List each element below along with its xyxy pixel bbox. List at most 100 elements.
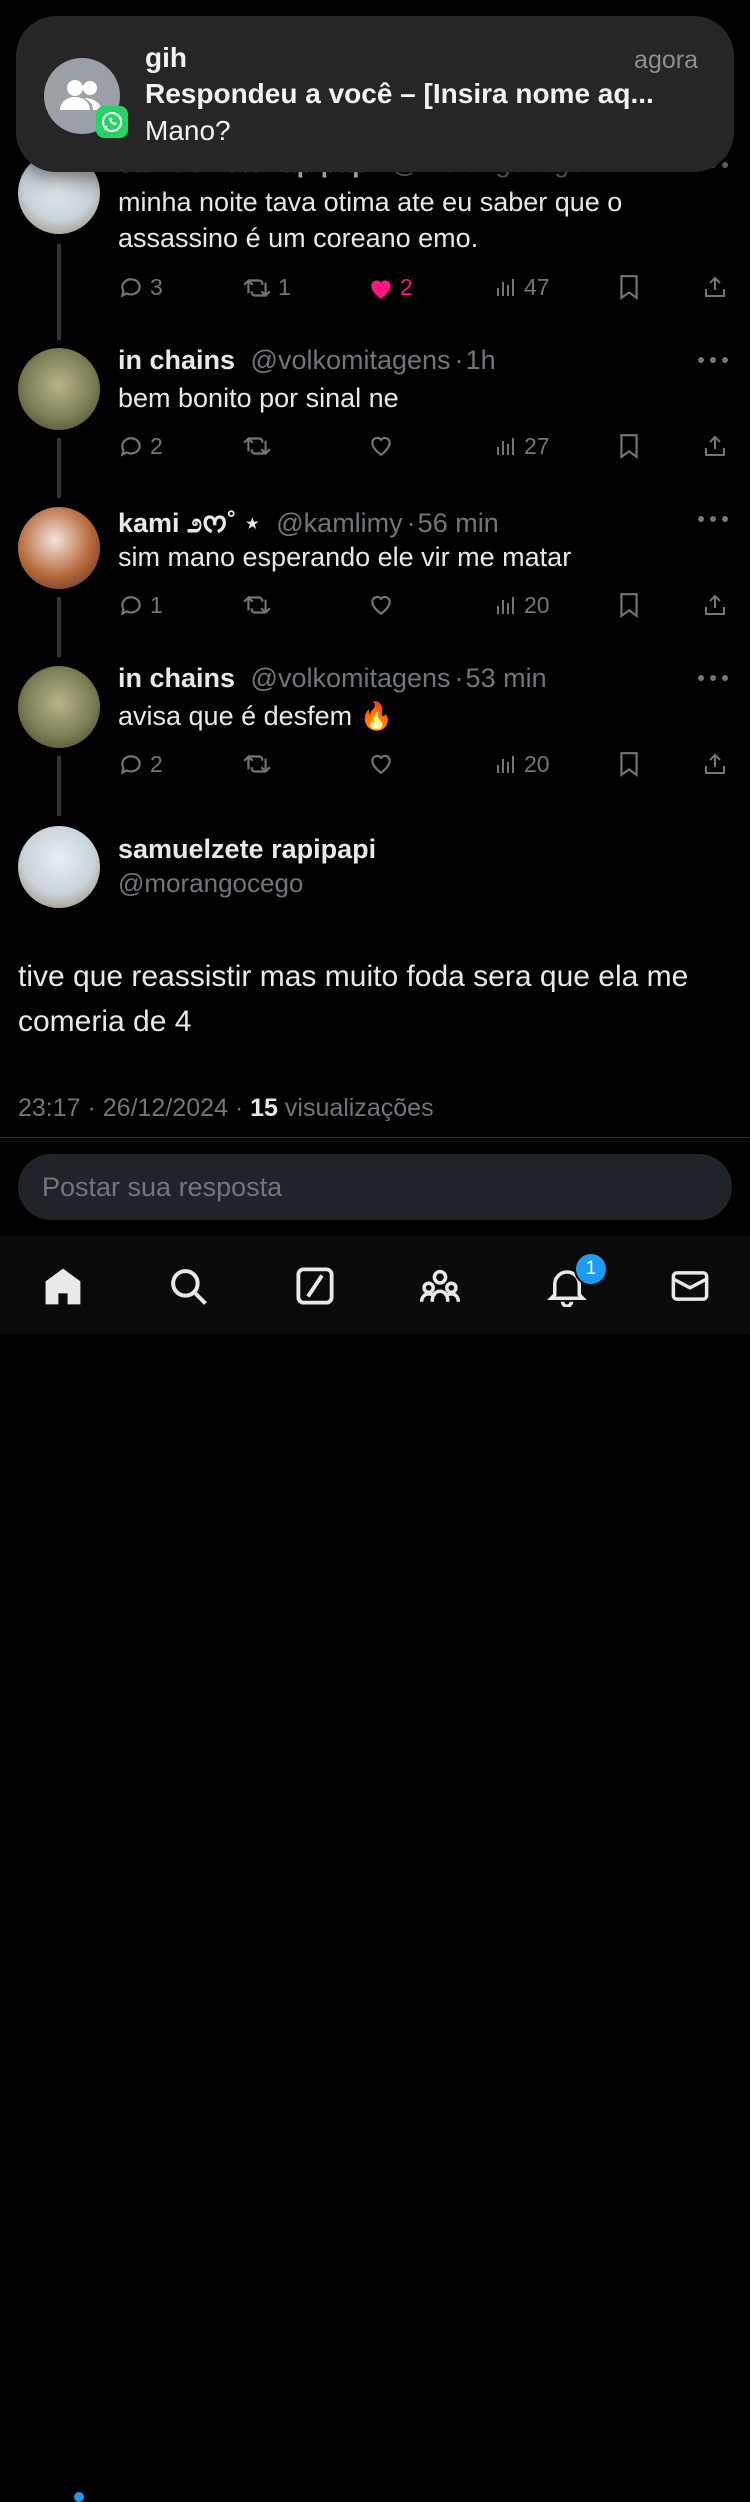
thread-connector: [57, 597, 61, 657]
reply-count: 2: [150, 433, 163, 459]
grok-tab[interactable]: [291, 1262, 339, 1310]
tweet-actions: 1 20: [118, 592, 730, 622]
bookmark-icon: [620, 752, 638, 777]
notification-time: agora: [634, 46, 698, 74]
search-icon: [171, 1269, 207, 1305]
share-icon: [705, 594, 725, 615]
views-button[interactable]: 27: [494, 433, 550, 460]
reply-icon: [120, 595, 141, 616]
heart-icon: [371, 436, 391, 457]
avatar[interactable]: [18, 666, 100, 748]
tweet-text: tive que reassistir mas muito foda sera …: [18, 960, 689, 1038]
like-button[interactable]: [368, 433, 394, 457]
views-count: 20: [524, 592, 550, 618]
bookmark-icon: [620, 593, 638, 618]
thread-connector: [57, 756, 61, 816]
bookmark-icon: [620, 434, 638, 459]
tweet-time: 53 min: [465, 663, 547, 693]
heart-icon: [371, 595, 391, 616]
more-options-icon[interactable]: [698, 516, 728, 524]
views-button[interactable]: 20: [494, 592, 550, 619]
share-button[interactable]: [703, 433, 727, 459]
reply-button[interactable]: 2: [118, 433, 163, 460]
author-handle[interactable]: @volkomitagens: [251, 345, 451, 375]
like-button[interactable]: 2: [368, 274, 413, 301]
bookmark-button[interactable]: [618, 433, 640, 459]
bottom-navigation: 1: [0, 1236, 750, 2502]
notification-subtitle: Respondeu a você – [Insira nome aq...: [145, 78, 654, 109]
bookmark-icon: [620, 275, 638, 300]
notification-sender: gih: [145, 42, 187, 73]
author-name[interactable]: in chains: [118, 345, 235, 375]
views-icon: [497, 278, 514, 296]
views-count: 27: [524, 433, 550, 459]
tweet-text: minha noite tava otima ate eu saber que …: [118, 187, 623, 253]
author-name[interactable]: in chains: [118, 663, 235, 693]
notifications-badge: 1: [574, 1252, 608, 1286]
views-icon: [497, 755, 514, 773]
share-icon: [705, 276, 725, 297]
search-tab[interactable]: [164, 1262, 212, 1310]
tweet-actions: 3 1 2 47: [118, 274, 730, 304]
tweet-text: avisa que é desfem 🔥: [118, 701, 394, 731]
reply-button[interactable]: 2: [118, 751, 163, 778]
more-options-icon[interactable]: [698, 675, 728, 683]
views-icon: [497, 437, 514, 455]
reply-button[interactable]: 1: [118, 592, 163, 619]
views-count: 20: [524, 751, 550, 777]
bookmark-button[interactable]: [618, 274, 640, 300]
author-name[interactable]: kami ೨ᰔ˚ ⋆: [118, 508, 261, 538]
thread-connector: [57, 244, 61, 340]
share-button[interactable]: [703, 592, 727, 618]
repost-button[interactable]: 1: [242, 274, 291, 301]
views-label: visualizações: [277, 1094, 434, 1122]
avatar[interactable]: [18, 348, 100, 430]
like-button[interactable]: [368, 592, 394, 616]
tweet-text: sim mano esperando ele vir me matar: [118, 542, 572, 572]
share-button[interactable]: [703, 751, 727, 777]
like-count: 2: [400, 274, 413, 300]
reply-button[interactable]: 3: [118, 274, 163, 301]
communities-tab[interactable]: [416, 1262, 464, 1310]
grok-icon: [296, 1267, 334, 1305]
repost-icon: [243, 436, 271, 456]
like-button[interactable]: [368, 751, 394, 775]
reply-icon: [120, 436, 141, 457]
views-icon: [497, 596, 514, 614]
repost-button[interactable]: [242, 751, 272, 777]
mail-icon: [671, 1271, 709, 1301]
views-button[interactable]: 20: [494, 751, 550, 778]
thread-connector: [57, 438, 61, 498]
reply-icon: [120, 277, 141, 298]
share-icon: [705, 753, 725, 774]
views-count: 15: [250, 1094, 278, 1122]
views-button[interactable]: 47: [494, 274, 550, 301]
more-options-icon[interactable]: [698, 357, 728, 365]
avatar[interactable]: [18, 826, 100, 908]
reply-count: 2: [150, 751, 163, 777]
tweet-timestamp: 23:17 · 26/12/2024 ·: [18, 1094, 251, 1122]
home-tab[interactable]: [39, 1262, 87, 1310]
author-name[interactable]: samuelzete rapipapi: [118, 834, 376, 865]
author-handle[interactable]: @kamlimy: [276, 508, 402, 538]
reply-icon: [120, 754, 141, 775]
reply-composer[interactable]: [18, 1154, 732, 1220]
author-handle[interactable]: @volkomitagens: [251, 663, 451, 693]
share-button[interactable]: [703, 274, 727, 300]
repost-button[interactable]: [242, 592, 272, 618]
bookmark-button[interactable]: [618, 751, 640, 777]
reply-count: 3: [150, 274, 163, 300]
notification-banner[interactable]: gih agora Respondeu a você – [Insira nom…: [16, 16, 734, 172]
tweet-time: 1h: [465, 345, 496, 375]
heart-filled-icon: [371, 279, 391, 299]
repost-icon: [243, 278, 271, 297]
author-handle[interactable]: @morangocego: [118, 868, 303, 899]
repost-button[interactable]: [242, 433, 272, 459]
messages-tab[interactable]: [666, 1262, 714, 1310]
home-unread-dot: [74, 2492, 84, 2502]
heart-icon: [371, 754, 391, 775]
avatar[interactable]: [18, 507, 100, 589]
home-icon: [45, 1268, 81, 1305]
bookmark-button[interactable]: [618, 592, 640, 618]
reply-input[interactable]: [18, 1154, 732, 1220]
